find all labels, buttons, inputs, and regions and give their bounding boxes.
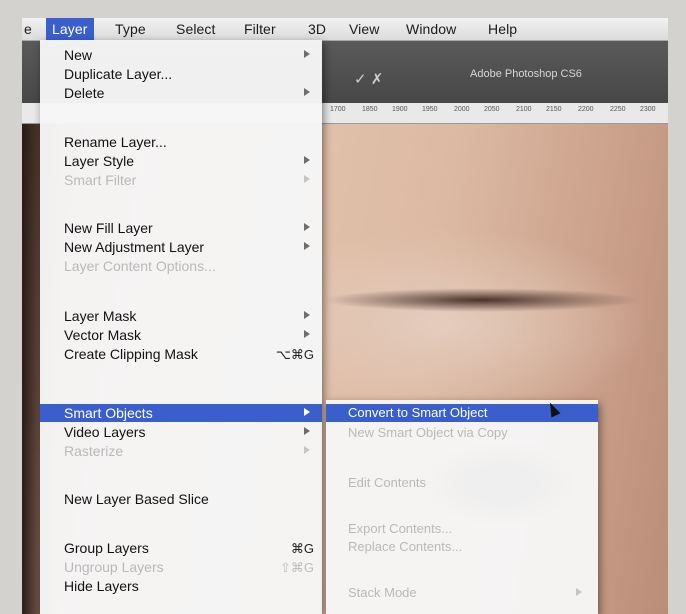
menu-item-video-layers[interactable]: Video Layers <box>40 423 322 441</box>
ruler-tick: 1950 <box>422 106 438 113</box>
submenu-arrow-icon <box>304 408 310 416</box>
menu-item-smart-filter: Smart Filter <box>40 171 322 189</box>
menu-item-label: New Fill Layer <box>64 220 153 236</box>
menu-item-label: Ungroup Layers <box>64 559 164 575</box>
ruler-tick: 2200 <box>578 106 594 113</box>
menu-item-smart-objects[interactable]: Smart Objects <box>40 404 322 422</box>
ruler-tick: 1850 <box>362 106 378 113</box>
ruler-tick: 1900 <box>392 106 408 113</box>
menu-select[interactable]: Select <box>176 21 216 37</box>
menu-item-label: Layer Style <box>64 153 135 169</box>
submenu-arrow-icon <box>304 427 310 435</box>
submenu-arrow-icon <box>304 88 310 96</box>
submenu-item-label: New Smart Object via Copy <box>348 425 508 440</box>
submenu-item-replace-contents: Replace Contents... <box>326 538 598 556</box>
submenu-arrow-icon <box>304 311 310 319</box>
submenu-item-label: Stack Mode <box>348 585 417 600</box>
ruler-tick: 2050 <box>484 106 500 113</box>
submenu-item-new-smart-object-via-copy: New Smart Object via Copy <box>326 424 598 442</box>
menu-filter[interactable]: Filter <box>244 21 276 37</box>
submenu-arrow-icon <box>304 175 310 183</box>
menu-item-ungroup-layers: Ungroup Layers ⇧⌘G <box>40 558 322 576</box>
submenu-item-stack-mode: Stack Mode <box>326 584 598 602</box>
submenu-item-edit-contents: Edit Contents <box>326 474 598 492</box>
menu-item-vector-mask[interactable]: Vector Mask <box>40 326 322 344</box>
submenu-item-label: Replace Contents... <box>348 539 463 554</box>
menu-item-label: Smart Filter <box>64 172 137 188</box>
menu-item-label: Smart Objects <box>64 405 153 421</box>
menu-edit-partial[interactable]: e <box>24 21 32 37</box>
menu-item-label: Create Clipping Mask <box>64 346 198 362</box>
app-title: Adobe Photoshop CS6 <box>470 68 582 80</box>
submenu-item-label: Convert to Smart Object <box>348 405 488 420</box>
menu-item-layer-mask[interactable]: Layer Mask <box>40 307 322 325</box>
menu-item-new-adjustment-layer[interactable]: New Adjustment Layer <box>40 238 322 256</box>
submenu-arrow-icon <box>304 156 310 164</box>
ruler-tick: 2250 <box>610 106 626 113</box>
menu-item-new-layer-based-slice[interactable]: New Layer Based Slice <box>40 490 322 508</box>
shortcut-label: ⌥⌘G <box>275 347 314 362</box>
menu-item-label: Group Layers <box>64 540 149 556</box>
menu-item-label: Hide Layers <box>64 578 139 594</box>
menu-item-label: Rasterize <box>64 443 124 459</box>
menu-bar: e Layer Type Select Filter 3D View Windo… <box>22 18 668 41</box>
menu-item-label: New Adjustment Layer <box>64 239 205 255</box>
submenu-arrow-icon <box>304 446 310 454</box>
menu-type[interactable]: Type <box>115 21 146 37</box>
screenshot-frame: Adobe Photoshop CS6 ✓ ✗ 1700 1850 1900 1… <box>0 0 686 614</box>
shortcut-label: ⇧⌘G <box>279 560 314 575</box>
menu-item-layer-content-options: Layer Content Options... <box>40 257 322 275</box>
menu-3d[interactable]: 3D <box>308 21 326 37</box>
shortcut-label: ⌘G <box>290 541 314 556</box>
menu-item-delete[interactable]: Delete <box>40 84 322 102</box>
submenu-arrow-icon <box>576 588 582 596</box>
menu-item-layer-style[interactable]: Layer Style <box>40 152 322 170</box>
submenu-item-label: Edit Contents <box>348 475 427 490</box>
submenu-arrow-icon <box>304 50 310 58</box>
menu-item-label: Layer Mask <box>64 308 137 324</box>
menu-view[interactable]: View <box>349 21 380 37</box>
submenu-arrow-icon <box>304 330 310 338</box>
menu-item-new-fill-layer[interactable]: New Fill Layer <box>40 219 322 237</box>
tool-icon[interactable]: ✓ ✗ <box>354 70 383 88</box>
submenu-arrow-icon <box>304 242 310 250</box>
photoshop-window: Adobe Photoshop CS6 ✓ ✗ 1700 1850 1900 1… <box>22 18 668 614</box>
menu-layer[interactable]: Layer <box>46 18 94 40</box>
menu-item-rename-layer[interactable]: Rename Layer... <box>40 133 322 151</box>
menu-item-group-layers[interactable]: Group Layers ⌘G <box>40 539 322 557</box>
menu-item-label: Delete <box>64 85 105 101</box>
menu-help[interactable]: Help <box>488 21 517 37</box>
menu-window[interactable]: Window <box>406 21 456 37</box>
menu-item-new[interactable]: New <box>40 46 322 64</box>
ruler-tick: 1700 <box>330 106 346 113</box>
menu-item-label: Duplicate Layer... <box>64 66 173 82</box>
menu-item-duplicate-layer[interactable]: Duplicate Layer... <box>40 65 322 83</box>
submenu-arrow-icon <box>304 223 310 231</box>
menu-item-label: Vector Mask <box>64 327 142 343</box>
submenu-item-export-contents: Export Contents... <box>326 520 598 538</box>
smart-objects-submenu: Convert to Smart Object New Smart Object… <box>326 400 598 614</box>
menu-item-label: Video Layers <box>64 424 146 440</box>
ruler-tick: 2100 <box>516 106 532 113</box>
menu-item-label: Rename Layer... <box>64 134 167 150</box>
menu-item-rasterize: Rasterize <box>40 442 322 460</box>
canvas-eyebrow-shape <box>322 288 642 312</box>
ruler-tick: 2150 <box>546 106 562 113</box>
menu-item-create-clipping-mask[interactable]: Create Clipping Mask ⌥⌘G <box>40 345 322 363</box>
menu-item-label: New Layer Based Slice <box>64 491 209 507</box>
submenu-item-label: Export Contents... <box>348 521 453 536</box>
menu-item-hide-layers[interactable]: Hide Layers <box>40 577 322 595</box>
menu-item-label: Layer Content Options... <box>64 258 216 274</box>
menu-item-label: New <box>64 47 93 63</box>
ruler-tick: 2000 <box>454 106 470 113</box>
layer-menu: New Duplicate Layer... Delete Rename Lay… <box>40 40 322 614</box>
ruler-tick: 2300 <box>640 106 656 113</box>
